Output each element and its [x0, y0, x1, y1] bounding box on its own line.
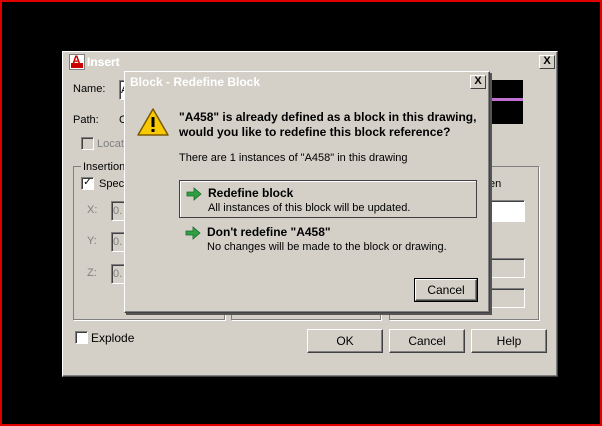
insertion-group-label: Insertion	[81, 161, 128, 173]
instances-text: There are 1 instances of "A458" in this …	[179, 152, 408, 164]
redefine-block-option[interactable]: Redefine block All instances of this blo…	[179, 180, 477, 218]
x-label: X:	[87, 204, 98, 216]
dont-redefine-title: Don't redefine "A458"	[207, 225, 331, 239]
heading-line-1: "A458" is already defined as a block in …	[179, 110, 477, 124]
insert-close-button[interactable]: X	[539, 55, 555, 69]
locate-label: Locat	[97, 138, 124, 150]
redefine-close-button[interactable]: X	[470, 75, 486, 89]
preview-line	[491, 98, 523, 101]
green-arrow-icon	[185, 226, 201, 240]
screen-label-fragment: en	[489, 178, 502, 190]
unit-field	[487, 258, 525, 278]
dont-redefine-option[interactable]: Don't redefine "A458" No changes will be…	[179, 220, 475, 256]
y-field[interactable]: 0.	[111, 232, 125, 252]
redefine-block-desc: All instances of this block will be upda…	[208, 202, 411, 214]
redefine-cancel-button[interactable]: Cancel	[414, 278, 478, 302]
dont-redefine-desc: No changes will be made to the block or …	[207, 241, 447, 253]
close-icon: X	[543, 55, 551, 67]
autocad-icon: A	[69, 53, 85, 70]
insert-titlebar[interactable]: A Insert X	[65, 53, 555, 70]
warning-icon	[137, 108, 169, 136]
redefine-block-dialog: Block - Redefine Block X "A458" is alrea…	[124, 71, 490, 313]
explode-label: Explode	[91, 331, 135, 345]
z-value: 0.	[113, 268, 123, 280]
block-preview	[491, 80, 523, 124]
redefine-title: Block - Redefine Block	[130, 75, 261, 89]
redefine-block-title: Redefine block	[208, 186, 294, 200]
help-button[interactable]: Help	[471, 329, 547, 353]
insert-title: Insert	[87, 55, 120, 69]
redefine-heading: "A458" is already defined as a block in …	[179, 110, 476, 140]
close-icon: X	[474, 75, 482, 87]
x-field[interactable]: 0.	[111, 201, 125, 221]
z-field[interactable]: 0.	[111, 264, 125, 284]
rotation-angle-field[interactable]	[487, 200, 525, 222]
explode-checkbox[interactable]	[75, 331, 88, 344]
specify-onscreen-checkbox[interactable]: ✓	[81, 177, 94, 190]
name-label: Name:	[73, 83, 106, 95]
x-value: 0.	[113, 205, 123, 217]
heading-line-2: would you like to redefine this block re…	[179, 125, 451, 139]
y-label: Y:	[87, 235, 97, 247]
specify-label: Spec	[99, 178, 125, 190]
insert-cancel-button[interactable]: Cancel	[389, 329, 465, 353]
factor-field	[487, 288, 525, 308]
locate-checkbox[interactable]	[81, 137, 94, 150]
redefine-titlebar[interactable]: Block - Redefine Block X	[127, 74, 487, 90]
ok-button[interactable]: OK	[307, 329, 383, 353]
z-label: Z:	[87, 267, 97, 279]
y-value: 0.	[113, 236, 123, 248]
path-label: Path:	[73, 114, 99, 126]
green-arrow-icon	[186, 187, 202, 201]
